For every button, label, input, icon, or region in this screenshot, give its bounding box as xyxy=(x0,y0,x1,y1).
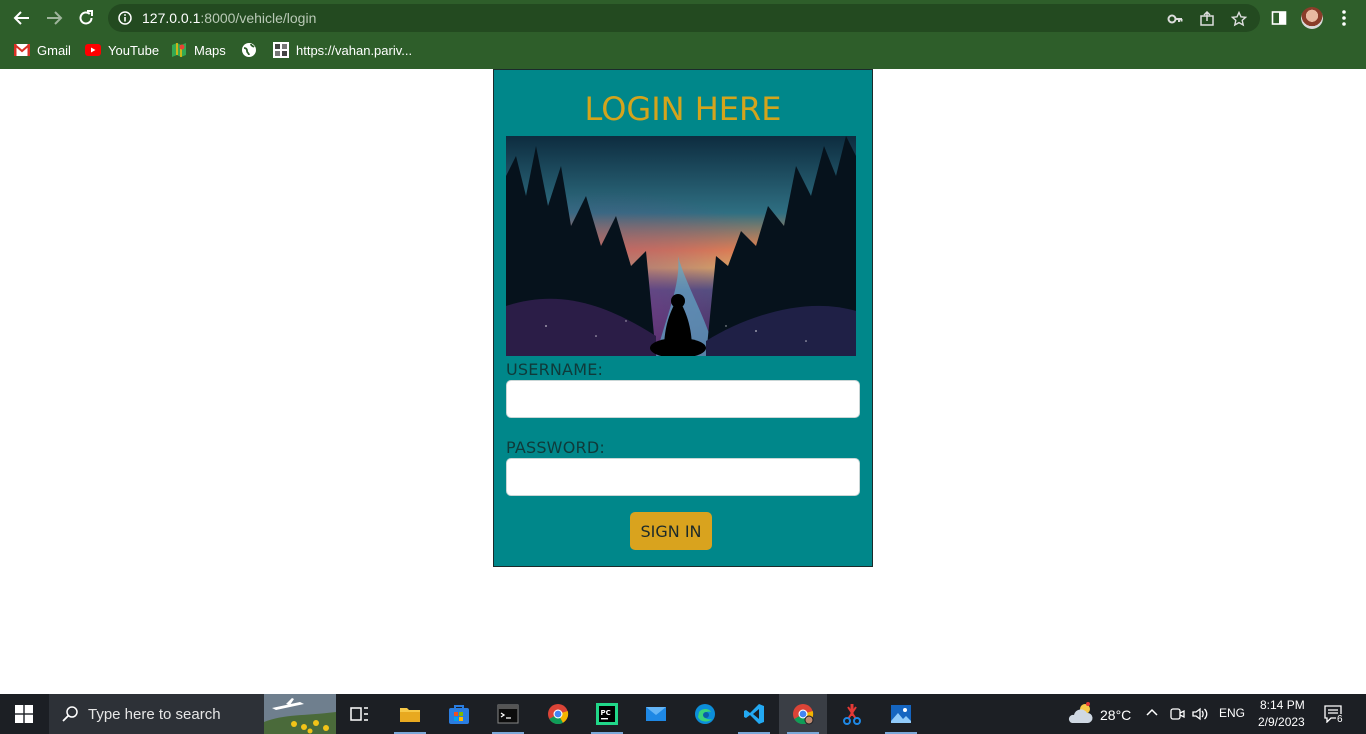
chrome-app[interactable] xyxy=(534,694,582,734)
profile-avatar[interactable] xyxy=(1301,7,1323,29)
back-button[interactable] xyxy=(10,6,34,30)
share-icon[interactable] xyxy=(1198,10,1216,28)
menu-button[interactable] xyxy=(1332,6,1356,30)
meet-now-icon[interactable] xyxy=(1169,706,1185,722)
bookmark-globe[interactable] xyxy=(241,37,264,63)
photos-icon xyxy=(891,705,911,723)
bookmark-label: Gmail xyxy=(37,42,71,58)
key-icon[interactable] xyxy=(1166,10,1184,28)
url-host: 127.0.0.1 xyxy=(142,10,201,26)
weather-cloud-icon[interactable] xyxy=(1066,701,1094,727)
chrome-profile-icon xyxy=(793,704,814,725)
url-text[interactable]: 127.0.0.1:8000/vehicle/login xyxy=(142,10,316,26)
edge-app[interactable] xyxy=(681,694,729,734)
weather-temperature[interactable]: 28°C xyxy=(1100,707,1131,723)
task-view-button[interactable] xyxy=(336,694,384,734)
terminal-app[interactable] xyxy=(484,694,532,734)
address-bar[interactable]: 127.0.0.1:8000/vehicle/login xyxy=(108,4,1260,32)
snipping-tool-app[interactable] xyxy=(828,694,876,734)
password-input[interactable] xyxy=(506,458,860,496)
kebab-menu-icon xyxy=(1342,10,1346,26)
username-input[interactable] xyxy=(506,380,860,418)
mail-icon xyxy=(646,707,666,721)
browser-chrome: 127.0.0.1:8000/vehicle/login Gmail YouTu… xyxy=(0,0,1366,69)
bookmark-label: YouTube xyxy=(108,42,160,58)
task-view-icon xyxy=(350,707,368,721)
scissors-icon xyxy=(843,704,861,725)
bookmark-label: https://vahan.pariv... xyxy=(296,42,413,58)
store-icon xyxy=(449,705,469,724)
login-card: LOGIN HERE USERNAME: PASSWORD: SIGN IN xyxy=(493,69,873,567)
vscode-app[interactable] xyxy=(730,694,778,734)
mail-app[interactable] xyxy=(632,694,680,734)
notification-count: 6 xyxy=(1336,714,1344,725)
bookmark-gmail[interactable]: Gmail xyxy=(14,37,71,63)
language-indicator[interactable]: ENG xyxy=(1219,706,1245,720)
chrome-app-active[interactable] xyxy=(779,694,827,734)
side-panel-icon xyxy=(1271,11,1287,25)
sign-in-button[interactable]: SIGN IN xyxy=(630,512,712,550)
arrow-right-icon xyxy=(47,11,63,25)
youtube-icon xyxy=(85,42,101,58)
bookmark-label: Maps xyxy=(194,42,226,58)
bookmark-maps[interactable]: Maps xyxy=(171,37,226,63)
search-icon xyxy=(62,706,78,722)
taskbar-search-box[interactable]: Type here to search xyxy=(49,694,336,734)
terminal-icon xyxy=(497,704,519,724)
windows-logo-icon xyxy=(15,705,33,723)
vscode-icon xyxy=(744,704,764,724)
pycharm-app[interactable]: PC xyxy=(583,694,631,734)
arrow-left-icon xyxy=(13,11,29,25)
bookmark-youtube[interactable]: YouTube xyxy=(85,37,159,63)
maps-icon xyxy=(171,42,187,58)
photos-app[interactable] xyxy=(877,694,925,734)
bookmarks-bar: Gmail YouTube Maps https://vahan.pariv..… xyxy=(0,37,1366,63)
reload-icon xyxy=(79,10,93,25)
password-label: PASSWORD: xyxy=(506,438,605,457)
folder-icon xyxy=(400,708,420,722)
star-icon[interactable] xyxy=(1230,10,1248,28)
login-title: LOGIN HERE xyxy=(584,90,782,128)
bookmark-vahan[interactable]: https://vahan.pariv... xyxy=(273,37,412,63)
taskbar: Type here to search PC 28°C ENG 8:14 PM … xyxy=(0,694,1366,734)
file-explorer-app[interactable] xyxy=(386,694,434,734)
globe-icon xyxy=(241,42,257,58)
clock-date[interactable]: 2/9/2023 xyxy=(1258,715,1305,729)
hero-image xyxy=(506,136,856,356)
reload-button[interactable] xyxy=(74,6,98,30)
info-icon[interactable] xyxy=(118,11,132,25)
clock-time[interactable]: 8:14 PM xyxy=(1260,698,1305,712)
pycharm-icon: PC xyxy=(596,703,618,725)
browser-toolbar: 127.0.0.1:8000/vehicle/login xyxy=(0,0,1366,36)
gmail-icon xyxy=(14,42,30,58)
microsoft-store-app[interactable] xyxy=(435,694,483,734)
forward-button[interactable] xyxy=(42,6,66,30)
svg-text:PC: PC xyxy=(601,709,611,717)
vahan-logo-icon xyxy=(273,42,289,58)
username-label: USERNAME: xyxy=(506,360,604,379)
chevron-up-icon[interactable] xyxy=(1146,707,1158,719)
side-panel-button[interactable] xyxy=(1267,6,1291,30)
chrome-icon xyxy=(548,704,569,725)
edge-icon xyxy=(695,704,715,724)
forest-sunset-illustration xyxy=(506,136,856,356)
start-button[interactable] xyxy=(0,694,48,734)
search-highlight-image xyxy=(264,694,336,734)
volume-icon[interactable] xyxy=(1191,706,1209,722)
search-placeholder: Type here to search xyxy=(88,706,221,723)
url-path: :8000/vehicle/login xyxy=(200,10,317,26)
